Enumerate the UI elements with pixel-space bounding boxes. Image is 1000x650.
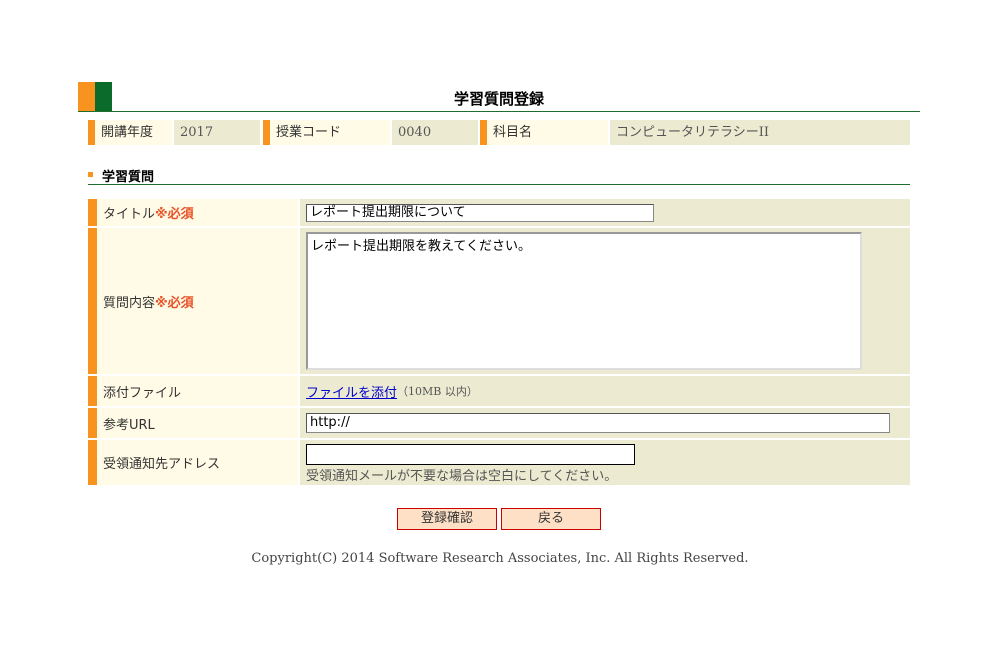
attach-file-link[interactable]: ファイルを添付 [306,382,397,401]
content-textarea[interactable]: レポート提出期限を教えてください。 [306,232,862,370]
content-label-text: 質問内容 [103,295,156,311]
year-value: 2017 [174,120,260,145]
section-title: 学習質問 [102,170,155,185]
email-row: 受領通知先アドレス 受領通知メールが不要な場合は空白にしてください。 [88,440,910,485]
url-label: 参考URL [88,408,298,438]
email-cell: 受領通知メールが不要な場合は空白にしてください。 [300,440,910,485]
required-mark: ※必須 [155,207,194,222]
url-input[interactable]: http:// [306,413,890,433]
confirm-button[interactable]: 登録確認 [397,508,497,530]
section-heading: 学習質問 [88,166,910,185]
title-label-text: タイトル [103,207,156,222]
url-cell: http:// [300,408,910,438]
page-title: 学習質問登録 [453,90,544,108]
email-note: 受領通知メールが不要な場合は空白にしてください。 [306,469,618,484]
copyright: Copyright(C) 2014 Software Research Asso… [251,551,749,566]
title-row: タイトル ※必須 レポート提出期限について [88,199,910,226]
title-label: タイトル ※必須 [88,199,298,226]
page-header: 学習質問登録 [78,82,920,112]
title-input[interactable]: レポート提出期限について [306,204,654,222]
title-cell: レポート提出期限について [300,199,910,226]
attachment-cell: ファイルを添付 （10MB 以内） [300,376,910,406]
section-bullet-icon [88,172,93,177]
course-info-row: 開講年度 2017 授業コード 0040 科目名 コンピュータリテラシーII [88,120,910,145]
content-row: 質問内容 ※必須 レポート提出期限を教えてください。 [88,228,910,374]
content-label: 質問内容 ※必須 [88,228,298,374]
attachment-row: 添付ファイル ファイルを添付 （10MB 以内） [88,376,910,406]
email-label: 受領通知先アドレス [88,440,298,485]
url-row: 参考URL http:// [88,408,910,438]
subject-value: コンピュータリテラシーII [610,120,910,145]
year-label: 開講年度 [88,120,172,145]
attach-size-note: （10MB 以内） [397,385,478,398]
required-mark: ※必須 [155,295,194,311]
subject-label: 科目名 [480,120,608,145]
attachment-label: 添付ファイル [88,376,298,406]
back-button[interactable]: 戻る [501,508,601,530]
course-code-label: 授業コード [263,120,390,145]
email-input[interactable] [306,444,635,465]
content-cell: レポート提出期限を教えてください。 [300,228,910,374]
course-code-value: 0040 [392,120,478,145]
